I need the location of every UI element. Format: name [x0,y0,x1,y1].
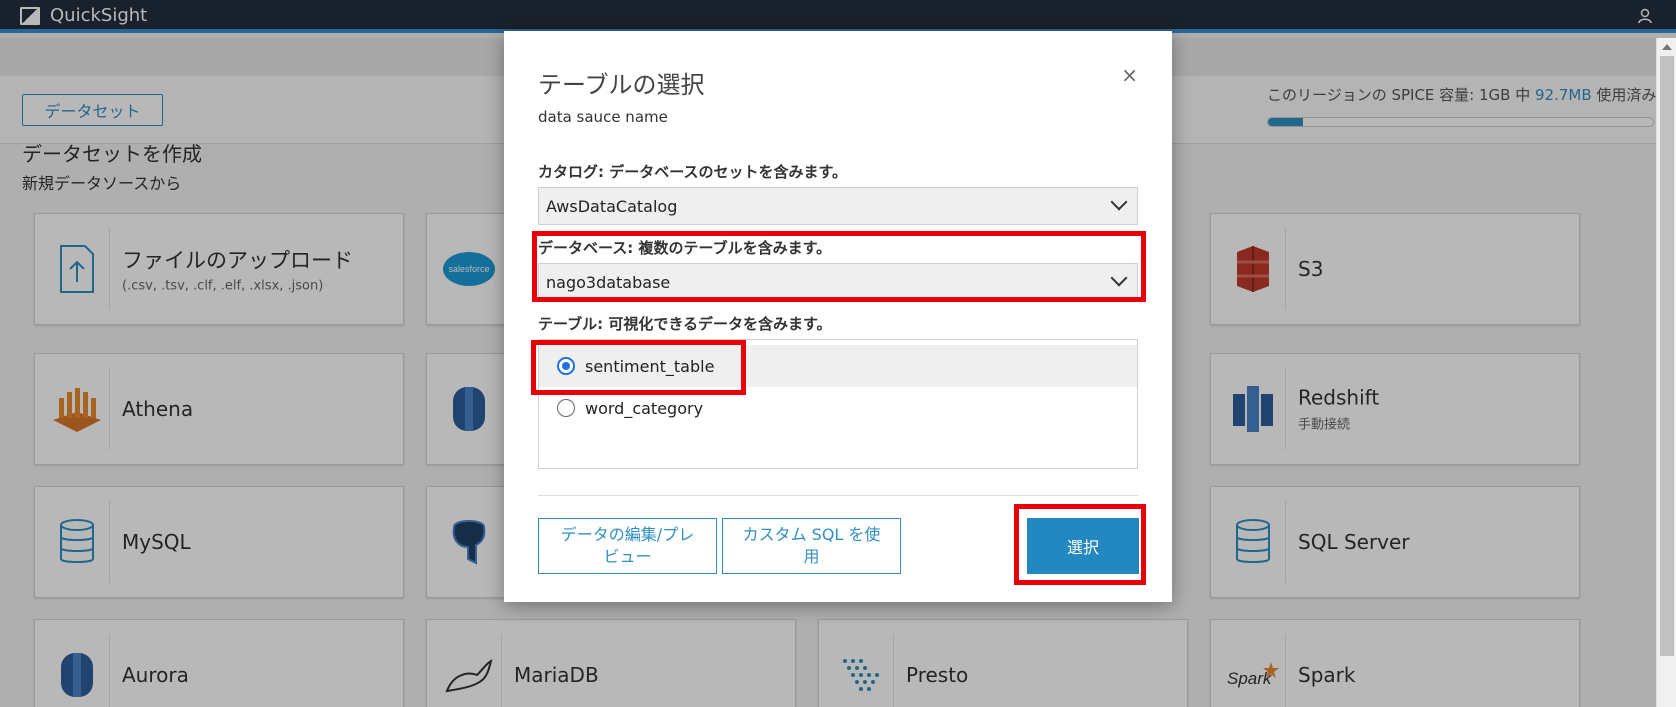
edit-preview-button[interactable]: データの編集/プレビュー [538,518,717,574]
table-list: sentiment_table word_category [538,339,1138,469]
select-table-dialog: テーブルの選択 × data sauce name カタログ: データベースのセ… [504,31,1172,602]
data-source-name: data sauce name [538,108,668,126]
table-option-word-category[interactable]: word_category [539,387,1137,429]
table-option-label: sentiment_table [585,356,715,376]
catalog-label: カタログ: データベースのセットを含みます。 [538,163,847,181]
radio-selected-icon[interactable] [557,357,575,375]
database-select[interactable]: nago3database [538,263,1138,301]
chevron-down-icon [1110,269,1128,287]
table-option-label: word_category [585,398,704,418]
catalog-select-value: AwsDataCatalog [546,196,678,216]
dialog-title: テーブルの選択 [538,71,705,99]
database-select-value: nago3database [546,272,671,292]
catalog-select[interactable]: AwsDataCatalog [538,187,1138,225]
table-option-sentiment-table[interactable]: sentiment_table [539,345,1137,387]
scroll-up-arrow-icon[interactable] [1662,44,1672,50]
page-scrollbar[interactable] [1656,38,1676,707]
select-button[interactable]: 選択 [1027,518,1139,574]
close-icon[interactable]: × [1121,65,1138,85]
database-label: データベース: 複数のテーブルを含みます。 [538,239,832,257]
radio-unselected-icon[interactable] [557,399,575,417]
chevron-down-icon [1110,193,1128,211]
dialog-divider [538,495,1138,496]
table-label: テーブル: 可視化できるデータを含みます。 [538,315,832,333]
custom-sql-button[interactable]: カスタム SQL を使用 [722,518,901,574]
scrollbar-thumb[interactable] [1660,56,1674,656]
